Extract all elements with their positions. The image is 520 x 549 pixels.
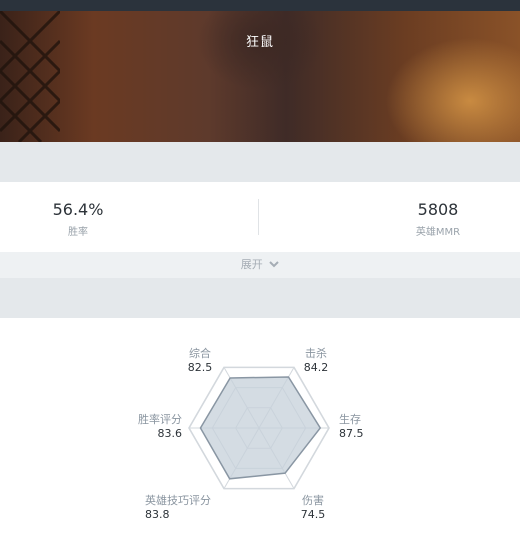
expand-button[interactable]: 展开 (0, 252, 520, 278)
radar-label-skill: 英雄技巧评分 83.8 (145, 494, 255, 522)
stats-divider (258, 199, 259, 235)
mmr-value: 5808 (417, 200, 459, 219)
radar-label-overall: 综合 82.5 (145, 347, 255, 375)
radar-axis-value: 84.2 (303, 361, 329, 374)
hero-name: 狂鼠 (245, 35, 274, 50)
radar-label-winrate-score: 胜率评分 83.6 (72, 413, 182, 441)
radar-axis-name: 生存 (339, 413, 361, 426)
radar-chart: 综合 82.5 击杀 84.2 生存 87.5 伤害 74.5 英雄技巧评分 8… (0, 318, 520, 549)
radar-axis-value: 74.5 (300, 508, 326, 521)
radar-axis-name: 胜率评分 (138, 413, 182, 426)
radar-label-survival: 生存 87.5 (339, 413, 449, 441)
win-rate-stat: 56.4% 胜率 (0, 200, 178, 238)
radar-label-kills: 击杀 84.2 (261, 347, 371, 375)
section-band (0, 278, 520, 318)
radar-axis-value: 83.6 (157, 427, 183, 440)
win-rate-label: 胜率 (68, 227, 88, 238)
radar-label-damage: 伤害 74.5 (258, 494, 368, 522)
radar-axis-value: 82.5 (187, 361, 213, 374)
radar-axis-name: 综合 (189, 347, 211, 360)
stats-row: 56.4% 胜率 5808 英雄MMR (0, 182, 520, 252)
radar-axis-value: 83.8 (145, 508, 170, 521)
section-band (0, 142, 520, 182)
radar-data-area (199, 376, 322, 480)
radar-axis-name: 击杀 (305, 347, 327, 360)
mmr-stat: 5808 英雄MMR (338, 200, 520, 238)
mmr-label: 英雄MMR (415, 227, 461, 238)
radar-axis-value: 87.5 (339, 427, 364, 440)
expand-label: 展开 (240, 258, 263, 271)
win-rate-value: 56.4% (52, 200, 104, 219)
radar-axis-name: 伤害 (302, 494, 324, 507)
hero-banner: 狂鼠 (0, 11, 520, 142)
radar-axis-name: 英雄技巧评分 (145, 494, 211, 507)
chevron-down-icon (269, 260, 279, 267)
top-bar (0, 0, 520, 11)
